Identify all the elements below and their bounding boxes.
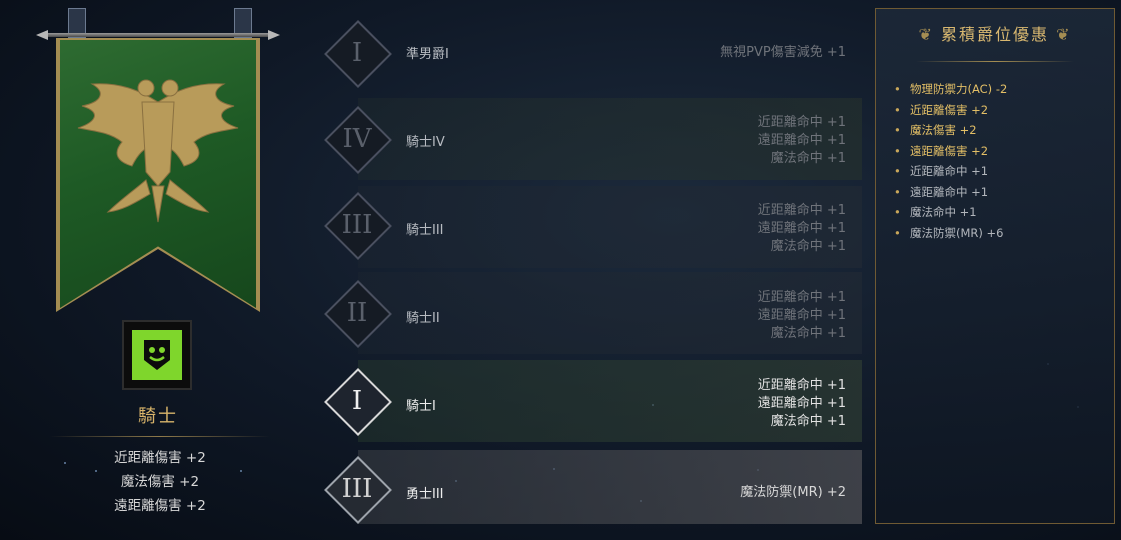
tier-name: 騎士I <box>406 399 436 414</box>
tier-name: 騎士IV <box>406 135 445 150</box>
tier-bonus-list: 近距離命中 +1 遠距離命中 +1 魔法命中 +1 <box>758 114 846 168</box>
tier-name: 騎士III <box>406 223 444 238</box>
current-rank-title: 騎士 <box>138 406 178 427</box>
tier-name: 勇士III <box>406 487 444 502</box>
tier-bonus: 魔法命中 +1 <box>770 326 846 341</box>
tier-badge-current: I <box>324 368 392 436</box>
tier-bonus: 魔法命中 +1 <box>770 414 846 429</box>
rank-divider <box>50 436 270 437</box>
accumulated-bonus-list: 物理防禦力(AC) -2 近距離傷害 +2 魔法傷害 +2 遠距離傷害 +2 近… <box>894 79 1007 243</box>
tier-bonus: 近距離命中 +1 <box>757 378 846 393</box>
rank-stat-line: 遠距離傷害 +2 <box>114 498 206 514</box>
tier-bonus-list: 無視PVP傷害減免 +1 <box>720 44 846 62</box>
tier-badge: III <box>324 192 392 260</box>
bonus-item: 物理防禦力(AC) -2 <box>894 79 1007 100</box>
tier-row[interactable]: 騎士II 近距離命中 +1 遠距離命中 +1 魔法命中 +1 <box>358 272 862 354</box>
tier-bonus: 遠距離命中 +1 <box>757 396 846 411</box>
bonus-item: 魔法防禦(MR) +6 <box>894 223 1007 244</box>
tier-row[interactable]: 騎士III 近距離命中 +1 遠距離命中 +1 魔法命中 +1 <box>358 186 862 268</box>
tier-bonus: 魔法命中 +1 <box>770 151 846 166</box>
tier-bonus: 魔法命中 +1 <box>770 239 846 254</box>
tier-badge: I <box>324 20 392 88</box>
accumulated-bonus-panel: ❦ 累積爵位優惠 ❦ 物理防禦力(AC) -2 近距離傷害 +2 魔法傷害 +2… <box>875 8 1115 524</box>
tier-bonus: 遠距離命中 +1 <box>757 308 846 323</box>
tier-bonus: 近距離命中 +1 <box>757 115 846 130</box>
current-rank-stats: 近距離傷害 +2 魔法傷害 +2 遠距離傷害 +2 <box>60 446 260 518</box>
rank-stat-line: 魔法傷害 +2 <box>120 474 200 490</box>
laurel-right-icon: ❦ <box>1049 25 1072 44</box>
tier-numeral: III <box>341 210 373 240</box>
bonus-item: 遠距離傷害 +2 <box>894 141 1007 162</box>
bonus-item: 近距離命中 +1 <box>894 161 1007 182</box>
rank-emblem <box>122 320 192 390</box>
tier-bonus: 近距離命中 +1 <box>757 203 846 218</box>
bonus-item: 近距離傷害 +2 <box>894 100 1007 121</box>
tier-numeral: IV <box>342 124 372 154</box>
knight-rank-icon <box>132 330 182 380</box>
header-divider <box>916 61 1074 62</box>
tier-numeral: II <box>346 298 368 328</box>
bonus-item: 魔法命中 +1 <box>894 202 1007 223</box>
tier-bonus: 魔法防禦(MR) +2 <box>740 485 846 500</box>
laurel-left-icon: ❦ <box>918 25 941 44</box>
tier-numeral: I <box>351 38 363 68</box>
tier-name: 騎士II <box>406 311 440 326</box>
tier-row-current[interactable]: 騎士I 近距離命中 +1 遠距離命中 +1 魔法命中 +1 <box>358 360 862 442</box>
tier-bonus-list: 近距離命中 +1 遠距離命中 +1 魔法命中 +1 <box>758 202 846 256</box>
tier-numeral: III <box>341 474 373 504</box>
tier-bonus: 遠距離命中 +1 <box>757 221 846 236</box>
tier-bonus-list: 近距離命中 +1 遠距離命中 +1 魔法命中 +1 <box>758 377 846 431</box>
tier-row[interactable]: 準男爵I 無視PVP傷害減免 +1 <box>358 10 862 92</box>
bonus-item: 遠距離命中 +1 <box>894 182 1007 203</box>
tier-bonus: 近距離命中 +1 <box>757 290 846 305</box>
tier-numeral: I <box>351 386 363 416</box>
double-eagle-icon <box>77 79 239 223</box>
tier-badge: II <box>324 280 392 348</box>
bonus-item: 魔法傷害 +2 <box>894 120 1007 141</box>
tier-badge: IV <box>324 106 392 174</box>
tier-bonus-list: 近距離命中 +1 遠距離命中 +1 魔法命中 +1 <box>758 289 846 343</box>
tier-bonus-list: 魔法防禦(MR) +2 <box>740 484 846 502</box>
current-rank-panel: 騎士 近距離傷害 +2 魔法傷害 +2 遠距離傷害 +2 <box>0 0 300 540</box>
tier-name: 準男爵I <box>406 47 449 62</box>
rank-stat-line: 近距離傷害 +2 <box>114 450 206 466</box>
accumulated-bonus-title: 累積爵位優惠 <box>940 25 1049 44</box>
accumulated-bonus-header: ❦ 累積爵位優惠 ❦ <box>876 21 1114 45</box>
tier-row[interactable]: 騎士IV 近距離命中 +1 遠距離命中 +1 魔法命中 +1 <box>358 98 862 180</box>
tier-row[interactable]: 勇士III 魔法防禦(MR) +2 <box>358 450 862 524</box>
tier-bonus: 遠距離命中 +1 <box>757 133 846 148</box>
tier-bonus: 無視PVP傷害減免 +1 <box>720 45 846 60</box>
tier-badge: III <box>324 456 392 524</box>
